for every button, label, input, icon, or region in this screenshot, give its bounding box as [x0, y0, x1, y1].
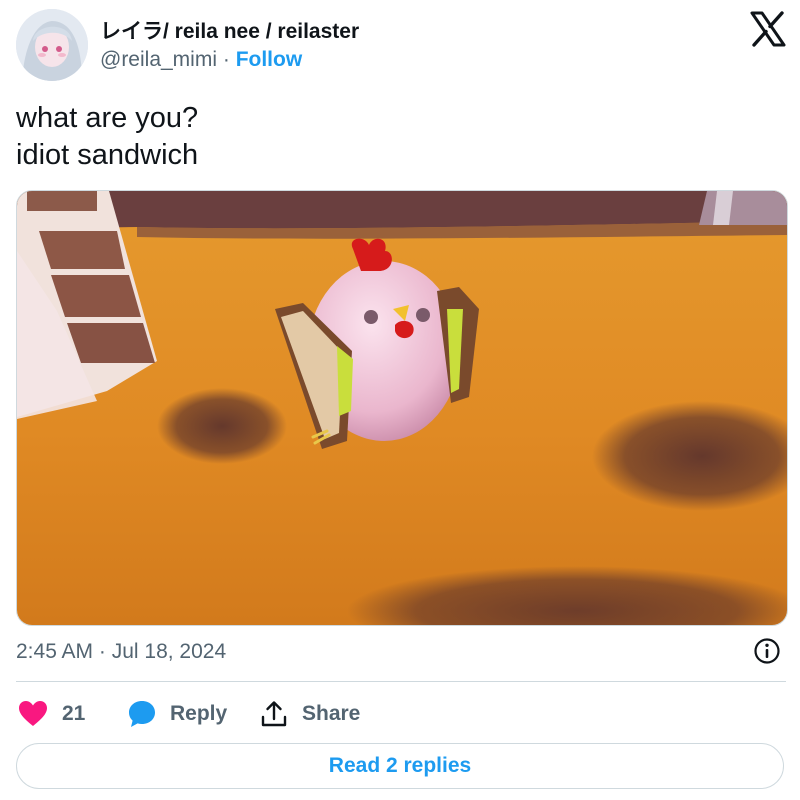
handle-separator: · [222, 48, 230, 71]
share-arrow-icon [261, 701, 287, 727]
author-handle[interactable]: @reila_mimi [100, 48, 217, 71]
like-button[interactable]: 21 [18, 698, 85, 730]
author-avatar[interactable] [16, 9, 88, 81]
read-replies-button[interactable]: Read 2 replies [16, 743, 784, 789]
tweet-text-line-1: what are you? [16, 102, 199, 134]
share-button[interactable]: Share [260, 698, 360, 730]
like-count: 21 [62, 702, 86, 725]
share-label: Share [302, 702, 361, 725]
tweet-text-line-2: idiot sandwich [16, 139, 199, 171]
author-handle-line: @reila_mimi · Follow [100, 48, 302, 72]
tweet-text: what are you? idiot sandwich [16, 100, 198, 174]
tweet-media-image[interactable] [16, 190, 788, 626]
author-display-name[interactable]: レイラ/ reila nee / reilaster [100, 15, 359, 45]
tweet-timestamp[interactable]: 2:45 AM · Jul 18, 2024 [16, 640, 226, 664]
follow-button[interactable]: Follow [236, 48, 303, 71]
reply-button[interactable]: Reply [128, 698, 227, 730]
info-icon[interactable] [753, 637, 781, 665]
speech-bubble-icon [129, 701, 155, 727]
divider [16, 681, 786, 682]
reply-label: Reply [170, 702, 228, 725]
x-logo-icon[interactable] [749, 10, 787, 48]
heart-icon [19, 701, 47, 726]
